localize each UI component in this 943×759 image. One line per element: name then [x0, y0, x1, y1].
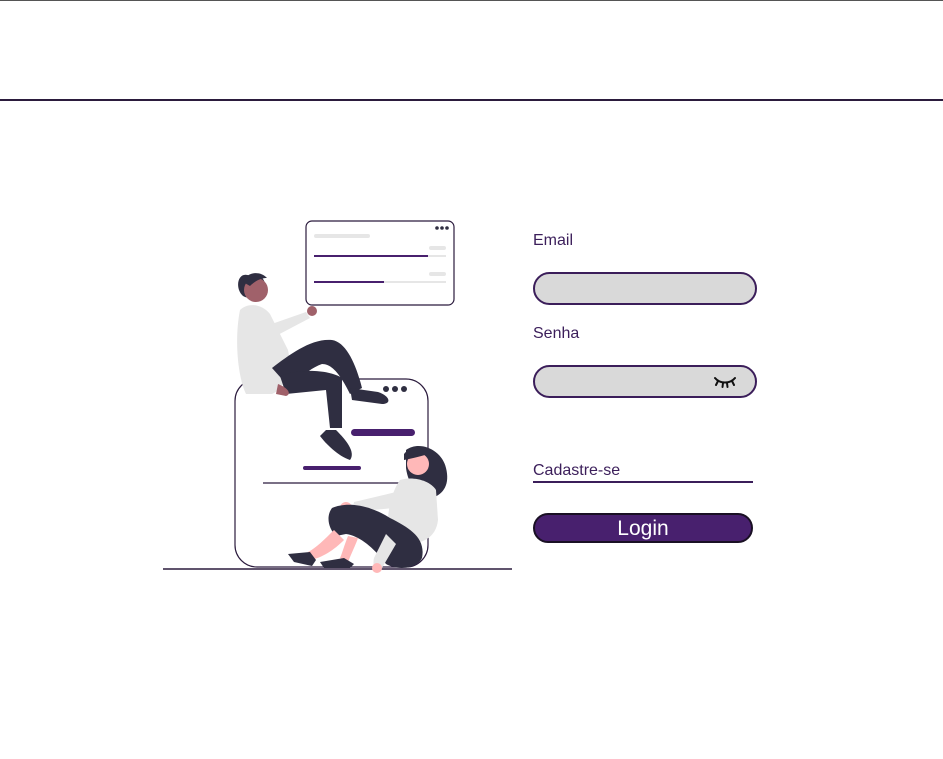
login-page: Email Senha Cadastre-se Login [0, 0, 943, 759]
password-input[interactable] [533, 365, 757, 398]
email-input[interactable] [533, 272, 757, 305]
login-button[interactable]: Login [533, 513, 753, 543]
password-label: Senha [533, 325, 580, 342]
top-header-bar [0, 0, 943, 101]
email-label: Email [533, 232, 574, 249]
signup-link[interactable]: Cadastre-se [533, 462, 753, 483]
eye-closed-icon[interactable] [713, 375, 737, 389]
login-illustration [163, 220, 512, 573]
